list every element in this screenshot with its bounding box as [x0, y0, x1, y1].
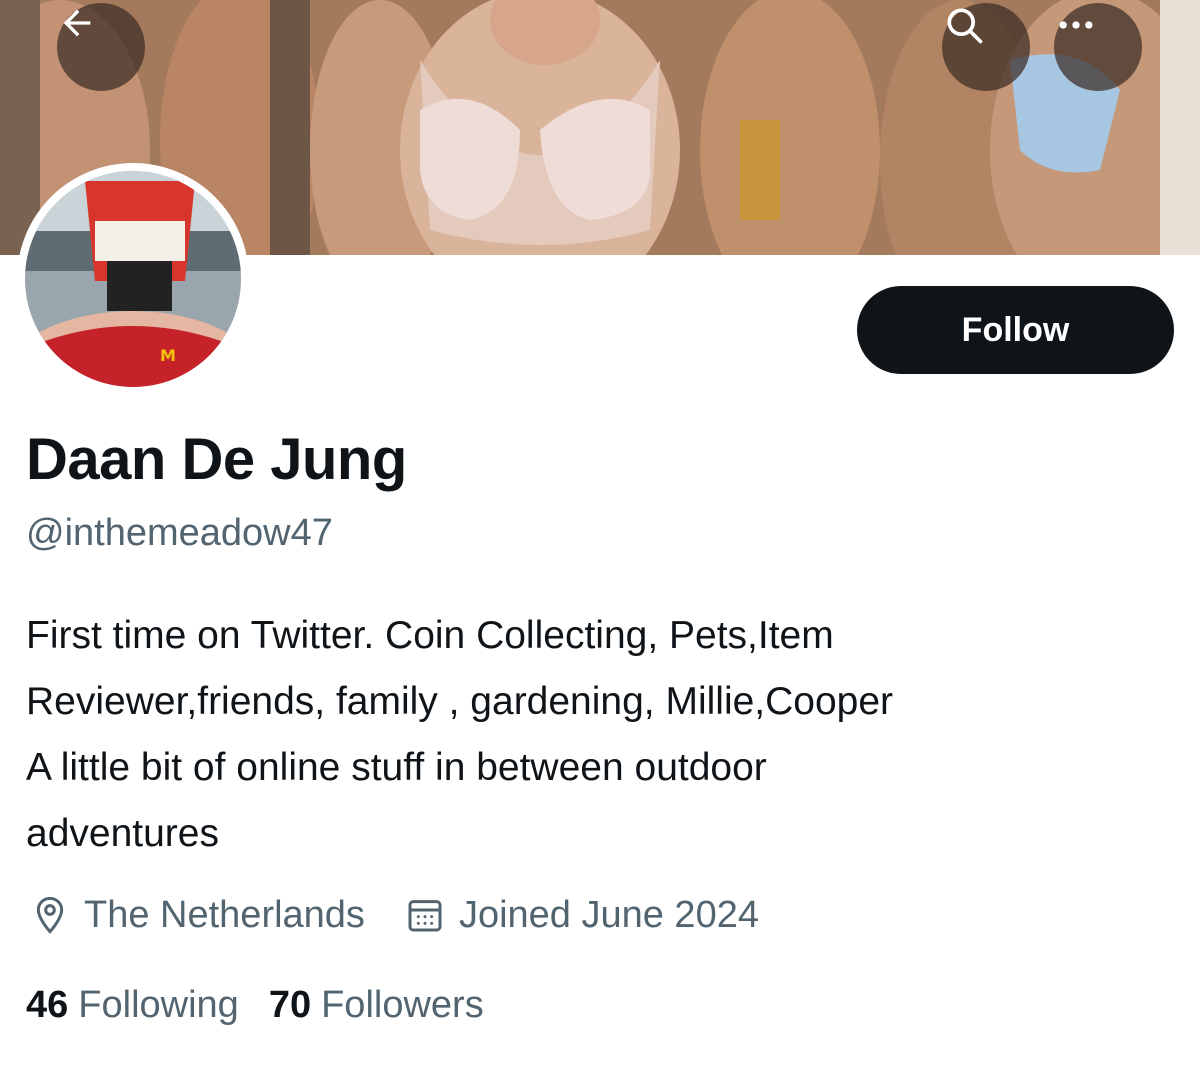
username-handle: @inthemeadow47: [26, 512, 333, 554]
profile-meta: The Netherlands Joined June 2024: [30, 888, 759, 942]
followers-label: Followers: [321, 984, 484, 1026]
display-name: Daan De Jung: [26, 427, 407, 492]
profile-page: M Follow Daan De Jung @inthemeadow47 Fir…: [0, 0, 1200, 1065]
search-button[interactable]: [942, 3, 1030, 91]
join-date-text: Joined June 2024: [458, 894, 759, 936]
search-icon: [947, 8, 983, 44]
calendar-icon: [408, 900, 442, 932]
avatar[interactable]: M: [17, 163, 249, 395]
join-date: Joined June 2024: [405, 888, 759, 942]
avatar-image: M: [25, 171, 241, 387]
location-pin-icon: [36, 896, 64, 934]
followers-link[interactable]: 70 Followers: [269, 978, 484, 1032]
more-horizontal-icon: [1059, 21, 1093, 29]
follow-button[interactable]: Follow: [857, 286, 1174, 374]
following-link[interactable]: 46 Following: [26, 978, 239, 1032]
follow-stats: 46 Following 70 Followers: [26, 978, 484, 1032]
svg-text:M: M: [160, 346, 176, 365]
location-text: The Netherlands: [84, 894, 365, 936]
bio-line: First time on Twitter. Coin Collecting, …: [26, 614, 834, 657]
bio-line: Reviewer,friends, family , gardening, Mi…: [26, 680, 894, 723]
back-button[interactable]: [57, 3, 145, 91]
bio-line: adventures: [26, 812, 219, 855]
more-button[interactable]: [1054, 3, 1142, 91]
location: The Netherlands: [30, 888, 365, 942]
bio-line: A little bit of online stuff in between …: [26, 746, 767, 789]
arrow-left-icon: [63, 9, 91, 37]
avatar-photo: M: [25, 171, 241, 387]
followers-count: 70: [268, 984, 312, 1026]
following-count: 46: [26, 984, 69, 1026]
profile-bio: First time on Twitter. Coin Collecting, …: [26, 603, 1176, 867]
following-label: Following: [78, 984, 239, 1026]
